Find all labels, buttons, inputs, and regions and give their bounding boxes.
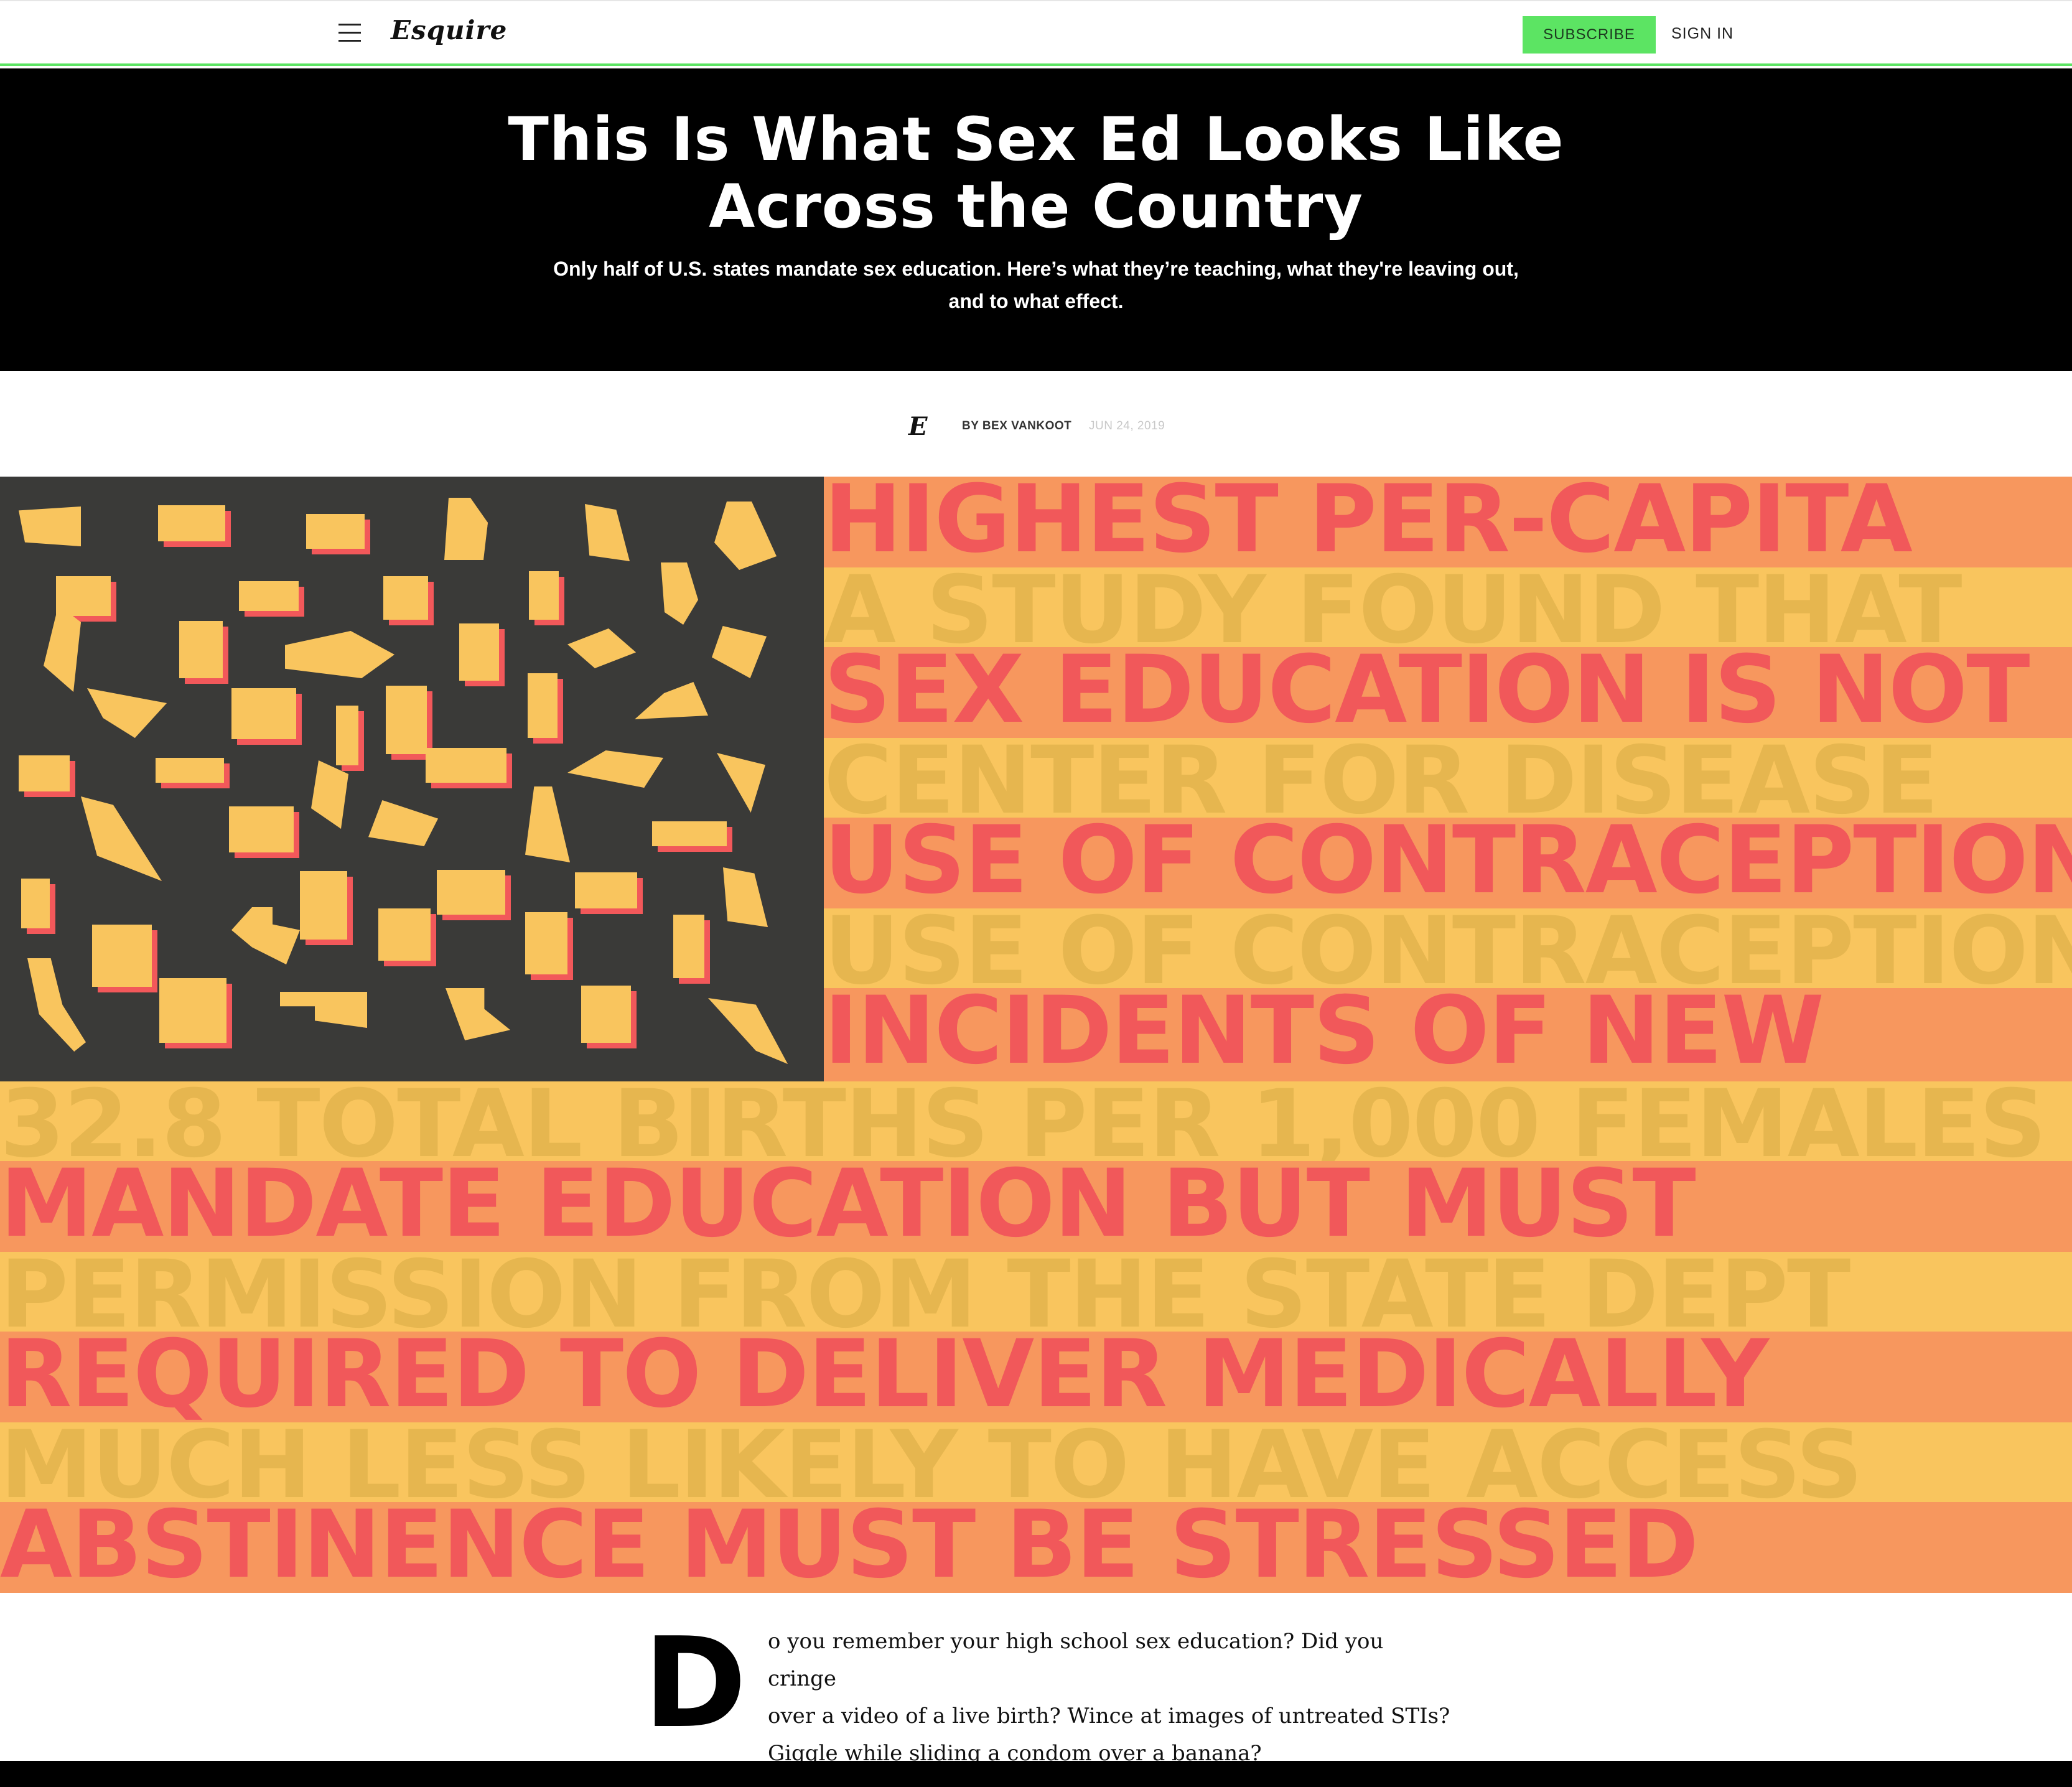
state-shape xyxy=(714,502,777,570)
flag-stripe: MANDATE EDUCATION BUT MUST xyxy=(0,1161,2072,1252)
esquire-mark-icon: E xyxy=(908,412,928,441)
state-shape xyxy=(311,760,348,829)
publish-date: JUN 24, 2019 xyxy=(1089,419,1165,432)
lede-line-1: o you remember your high school sex educ… xyxy=(768,1629,1384,1691)
state-shape xyxy=(231,688,296,739)
state-shape xyxy=(673,915,704,978)
state-shape xyxy=(652,821,727,846)
flag-stripe: PERMISSION FROM THE STATE DEPT xyxy=(0,1252,2072,1332)
state-shape xyxy=(306,514,365,549)
state-shape xyxy=(285,631,394,678)
lede-line-2: over a video of a live birth? Wince at i… xyxy=(768,1704,1450,1729)
state-shape xyxy=(378,908,431,961)
state-shape xyxy=(44,605,81,692)
state-shape xyxy=(383,576,428,620)
state-shape xyxy=(280,992,367,1028)
state-shape xyxy=(528,673,558,738)
sign-in-link[interactable]: SIGN IN xyxy=(1671,25,1734,43)
author-name[interactable]: BY BEX VANKOOT xyxy=(962,419,1071,433)
byline: E BY BEX VANKOOT JUN 24, 2019 xyxy=(0,371,2072,477)
esquire-logo[interactable]: Esquire xyxy=(391,15,507,45)
state-shape xyxy=(661,562,698,625)
flag-illustration: HIGHEST PER-CAPITA A STUDY FOUND THAT SE… xyxy=(0,477,2072,1593)
flag-stripe: REQUIRED TO DELIVER MEDICALLY xyxy=(0,1332,2072,1422)
state-shape xyxy=(459,623,499,681)
state-shape xyxy=(437,870,505,915)
state-shape xyxy=(231,907,300,964)
state-shape xyxy=(92,925,152,987)
title-line-1: This Is What Sex Ed Looks Like xyxy=(508,105,1564,174)
state-shape xyxy=(581,986,631,1043)
state-shape xyxy=(717,753,765,813)
flag-stripe: 32.8 TOTAL BIRTHS PER 1,000 FEMALES xyxy=(0,1081,2072,1161)
state-shape xyxy=(19,755,70,791)
state-shape xyxy=(81,796,162,881)
state-shape xyxy=(386,686,427,754)
subscribe-button[interactable]: SUBSCRIBE xyxy=(1523,16,1656,54)
page-title: This Is What Sex Ed Looks Like Across th… xyxy=(0,106,2072,240)
title-line-2: Across the Country xyxy=(709,172,1363,241)
state-shape xyxy=(529,571,559,620)
state-shape xyxy=(158,505,225,541)
state-shape xyxy=(336,706,358,765)
state-shape xyxy=(300,871,347,940)
top-navigation-bar: Esquire SUBSCRIBE SIGN IN xyxy=(0,0,2072,66)
state-shape xyxy=(156,758,224,783)
flag-canton-states xyxy=(0,477,824,1081)
state-shape xyxy=(525,912,567,974)
state-shape xyxy=(179,621,223,678)
dek-line-1: Only half of U.S. states mandate sex edu… xyxy=(553,258,1519,280)
state-shape xyxy=(159,978,226,1043)
lede-paragraph: o you remember your high school sex educ… xyxy=(768,1623,1452,1772)
drop-cap: D xyxy=(643,1611,747,1756)
state-shape xyxy=(27,958,86,1052)
state-shape xyxy=(585,504,630,561)
flag-stripe: ABSTINENCE MUST BE STRESSED xyxy=(0,1502,2072,1593)
flag-stripe: MUCH LESS LIKELY TO HAVE ACCESS xyxy=(0,1422,2072,1502)
state-shape xyxy=(525,786,570,862)
state-shape xyxy=(87,688,167,738)
state-shape xyxy=(708,998,788,1064)
state-shape xyxy=(21,879,50,928)
state-shape xyxy=(567,628,636,668)
state-shape xyxy=(635,682,708,719)
state-shape xyxy=(239,581,299,611)
state-shape xyxy=(229,806,294,852)
article-dek: Only half of U.S. states mandate sex edu… xyxy=(476,253,1596,317)
menu-icon[interactable] xyxy=(338,24,361,42)
footer-bar xyxy=(0,1761,2072,1787)
state-shape xyxy=(368,800,438,846)
state-shape xyxy=(19,506,81,546)
state-shape xyxy=(426,748,506,783)
state-shape xyxy=(567,750,663,788)
dek-line-2: and to what effect. xyxy=(948,290,1124,312)
article-hero: This Is What Sex Ed Looks Like Across th… xyxy=(0,68,2072,371)
state-shape xyxy=(723,867,768,927)
article-body: D o you remember your high school sex ed… xyxy=(0,1593,2072,1766)
state-shape xyxy=(712,626,767,678)
state-shape xyxy=(446,988,510,1040)
state-shape xyxy=(575,872,637,908)
state-shape xyxy=(444,498,488,560)
